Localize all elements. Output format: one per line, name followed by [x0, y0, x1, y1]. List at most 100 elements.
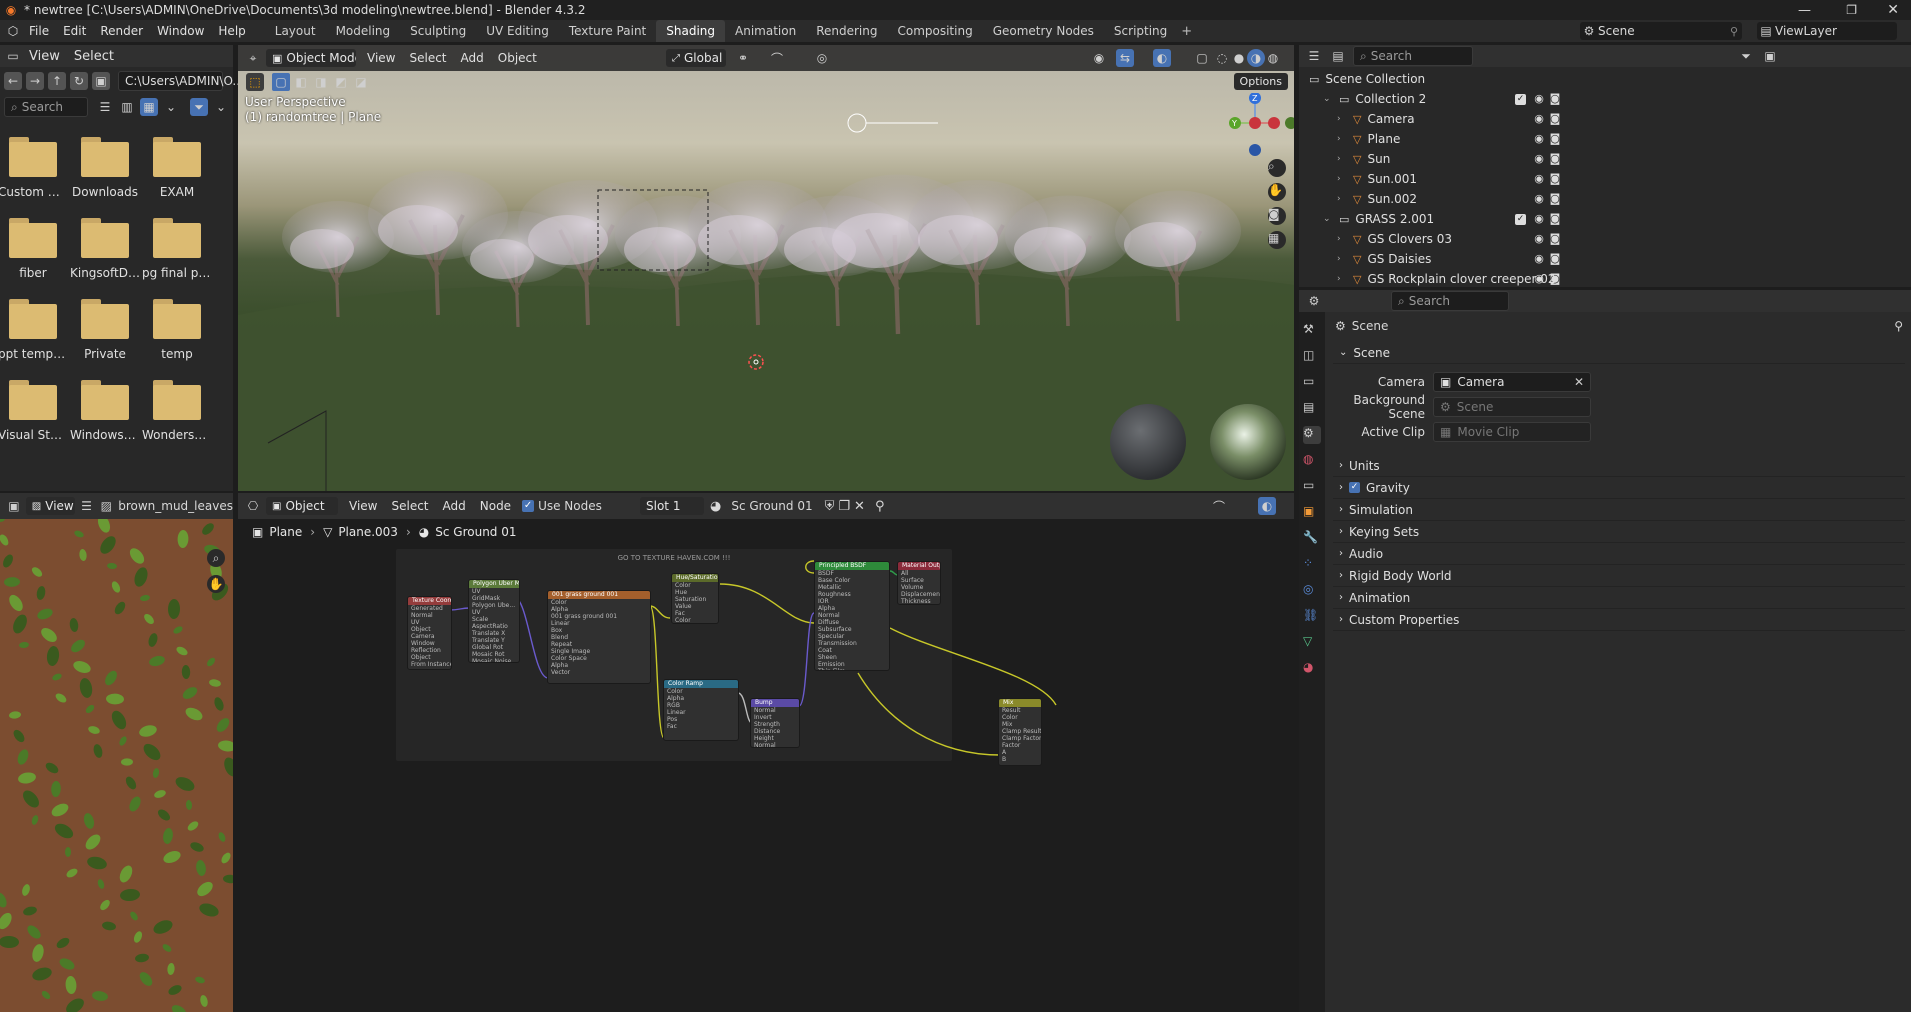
- panel-animation[interactable]: › Animation: [1333, 587, 1905, 609]
- node-mix[interactable]: Mix Result Color Mix Clamp Result Clamp Facto…: [998, 698, 1042, 766]
- view-layer-tab-icon[interactable]: ▤: [1303, 400, 1321, 418]
- viewport-menu-object[interactable]: Object: [491, 51, 544, 65]
- data-tab-icon[interactable]: ▽: [1303, 634, 1321, 652]
- select-intersect-icon[interactable]: ◪: [352, 73, 370, 91]
- node-hsv[interactable]: Hue/Saturation/ValueColorHueSaturationVa…: [671, 573, 719, 624]
- panel-simulation[interactable]: › Simulation: [1333, 499, 1905, 521]
- menu-icon[interactable]: ☰: [79, 497, 95, 515]
- collection-tab-icon[interactable]: ▭: [1303, 478, 1321, 496]
- pan-hand-icon[interactable]: ✋: [1268, 183, 1286, 201]
- outliner-row[interactable]: › ▽ Camera ◉ ◙: [1299, 109, 1911, 129]
- panel-keying-sets[interactable]: › Keying Sets: [1333, 521, 1905, 543]
- scene-collection-row[interactable]: ▭ Scene Collection: [1299, 69, 1911, 89]
- list-view-icon[interactable]: ☰: [96, 98, 114, 116]
- display-mode-icon[interactable]: ▤: [1329, 47, 1347, 65]
- outliner-search-input[interactable]: ⌕ Search: [1353, 46, 1473, 66]
- chevron-right-icon[interactable]: ›: [1337, 174, 1349, 184]
- menu-file[interactable]: File: [22, 24, 56, 38]
- folder-item[interactable]: Private: [70, 299, 140, 361]
- menu-help[interactable]: Help: [211, 24, 252, 38]
- menu-window[interactable]: Window: [150, 24, 211, 38]
- tab-layout[interactable]: Layout: [265, 20, 326, 42]
- object-tab-icon[interactable]: ▣: [1303, 504, 1321, 522]
- camera-render-icon[interactable]: ◙: [1549, 193, 1561, 205]
- chevron-right-icon[interactable]: ›: [1337, 154, 1349, 164]
- node-imgtex[interactable]: 001 grass ground 001 Color Alpha 001 grass …: [547, 590, 651, 684]
- folder-item[interactable]: ppt templets: [0, 299, 68, 361]
- folder-item[interactable]: Custom Offi...: [0, 137, 68, 199]
- node-matout[interactable]: Material OutputAllSurfaceVolumeDisplacem…: [897, 561, 941, 605]
- orientation-dropdown[interactable]: ⤢ Global: [666, 49, 726, 67]
- output-tab-icon[interactable]: ▭: [1303, 374, 1321, 392]
- menu-edit[interactable]: Edit: [56, 24, 93, 38]
- tab-uv-editing[interactable]: UV Editing: [476, 20, 559, 42]
- checkbox-checked-icon[interactable]: ✓: [1349, 482, 1360, 493]
- solid-shading-icon[interactable]: ●: [1230, 49, 1248, 67]
- mode-dropdown[interactable]: ▣Object Mode⌄: [266, 49, 356, 67]
- chevron-down-icon[interactable]: ⌄: [212, 98, 230, 116]
- menu-render[interactable]: Render: [93, 24, 150, 38]
- short-list-icon[interactable]: ▥: [118, 98, 136, 116]
- properties-search-input[interactable]: ⌕ Search: [1391, 291, 1509, 311]
- folder-item[interactable]: EXAM: [142, 137, 212, 199]
- tab-animation[interactable]: Animation: [725, 20, 806, 42]
- rendered-shading-icon[interactable]: ◍: [1264, 49, 1282, 67]
- refresh-icon[interactable]: ↻: [70, 72, 88, 90]
- node-texcoord[interactable]: Texture CoordinateGeneratedNormalUVObjec…: [407, 596, 452, 670]
- snap-icon[interactable]: ⌒: [768, 49, 786, 67]
- outliner-editor-icon[interactable]: ☰: [1305, 47, 1323, 65]
- thumbnail-view-icon[interactable]: ▦: [140, 98, 158, 116]
- outliner-row[interactable]: › ▽ GS Rockplain clover creeper 02 ◉ ◙: [1299, 269, 1911, 289]
- property-value-field[interactable]: ⚙ Scene: [1433, 397, 1591, 417]
- tool-tab-icon[interactable]: ⚒: [1303, 322, 1321, 340]
- outliner-row[interactable]: › ▽ Sun.002 ◉ ◙: [1299, 189, 1911, 209]
- physics-tab-icon[interactable]: ◎: [1303, 582, 1321, 600]
- pivot-icon[interactable]: ⚭: [734, 49, 752, 67]
- editor-type-icon[interactable]: ⌖: [244, 49, 262, 67]
- tab-sculpting[interactable]: Sculpting: [400, 20, 476, 42]
- blender-menu-icon[interactable]: ⬡: [4, 22, 22, 40]
- property-value-field[interactable]: ▣ Camera ✕: [1433, 372, 1591, 392]
- chevron-right-icon[interactable]: ›: [1337, 234, 1349, 244]
- outliner-row[interactable]: › ▽ Sun ◉ ◙: [1299, 149, 1911, 169]
- outliner-row[interactable]: › ▽ GS Clovers 03 ◉ ◙: [1299, 229, 1911, 249]
- eye-icon[interactable]: ◉: [1533, 213, 1545, 225]
- property-value-field[interactable]: ▦ Movie Clip: [1433, 422, 1591, 442]
- node-colorramp[interactable]: Color Ramp Color Alpha RGB Linear Pos Fac: [663, 679, 739, 741]
- chevron-right-icon[interactable]: ›: [1337, 254, 1349, 264]
- add-workspace-icon[interactable]: +: [1181, 24, 1192, 39]
- file-select-menu[interactable]: Select: [67, 49, 121, 64]
- view-menu[interactable]: ▨ View: [25, 497, 75, 515]
- viewport-3d[interactable]: ⌖ ▣Object Mode⌄ ViewSelectAddObject ⤢Glo…: [238, 45, 1294, 491]
- overlays-icon[interactable]: ◐: [1153, 49, 1171, 67]
- node-polyuv[interactable]: Polygon Uber Map...UVGridMaskPolygon Ube…: [468, 579, 520, 663]
- gizmo-icon[interactable]: ⇆: [1116, 49, 1134, 67]
- eye-icon[interactable]: ◉: [1533, 153, 1545, 165]
- back-arrow-icon[interactable]: ←: [4, 72, 22, 90]
- camera-view-icon[interactable]: ◙: [1268, 207, 1286, 225]
- tab-modeling[interactable]: Modeling: [326, 20, 401, 42]
- scene-tab-icon[interactable]: ⚙: [1303, 426, 1321, 444]
- particles-tab-icon[interactable]: ⁘: [1303, 556, 1321, 574]
- folder-item[interactable]: Downloads: [70, 137, 140, 199]
- maximize-button[interactable]: ❐: [1846, 3, 1857, 17]
- new-collection-icon[interactable]: ▣: [1761, 47, 1779, 65]
- outliner-row[interactable]: ⌄ ▭ GRASS 2.001 ✓ ◉ ◙: [1299, 209, 1911, 229]
- folder-item[interactable]: Wondershare: [142, 380, 212, 442]
- xray-icon[interactable]: ▢: [1193, 49, 1211, 67]
- eye-icon[interactable]: ◉: [1533, 93, 1545, 105]
- render-tab-icon[interactable]: ◫: [1303, 348, 1321, 366]
- pan-hand-icon[interactable]: ✋: [207, 575, 225, 593]
- material-tab-icon[interactable]: ◕: [1303, 660, 1321, 678]
- folder-item[interactable]: KingsoftData: [70, 218, 140, 280]
- image-icon[interactable]: ▨: [98, 497, 114, 515]
- folder-icon[interactable]: ▭: [4, 47, 22, 65]
- close-window-button[interactable]: ✕: [1887, 2, 1899, 18]
- camera-render-icon[interactable]: ◙: [1549, 253, 1561, 265]
- chevron-down-icon[interactable]: ⌄: [1323, 94, 1335, 104]
- zoom-icon[interactable]: ⌕: [207, 549, 225, 567]
- folder-item[interactable]: fiber: [0, 218, 68, 280]
- scene-section-header[interactable]: ⌄ Scene: [1333, 342, 1905, 364]
- tab-scripting[interactable]: Scripting: [1104, 20, 1177, 42]
- pin-icon[interactable]: ⚲: [1894, 319, 1903, 333]
